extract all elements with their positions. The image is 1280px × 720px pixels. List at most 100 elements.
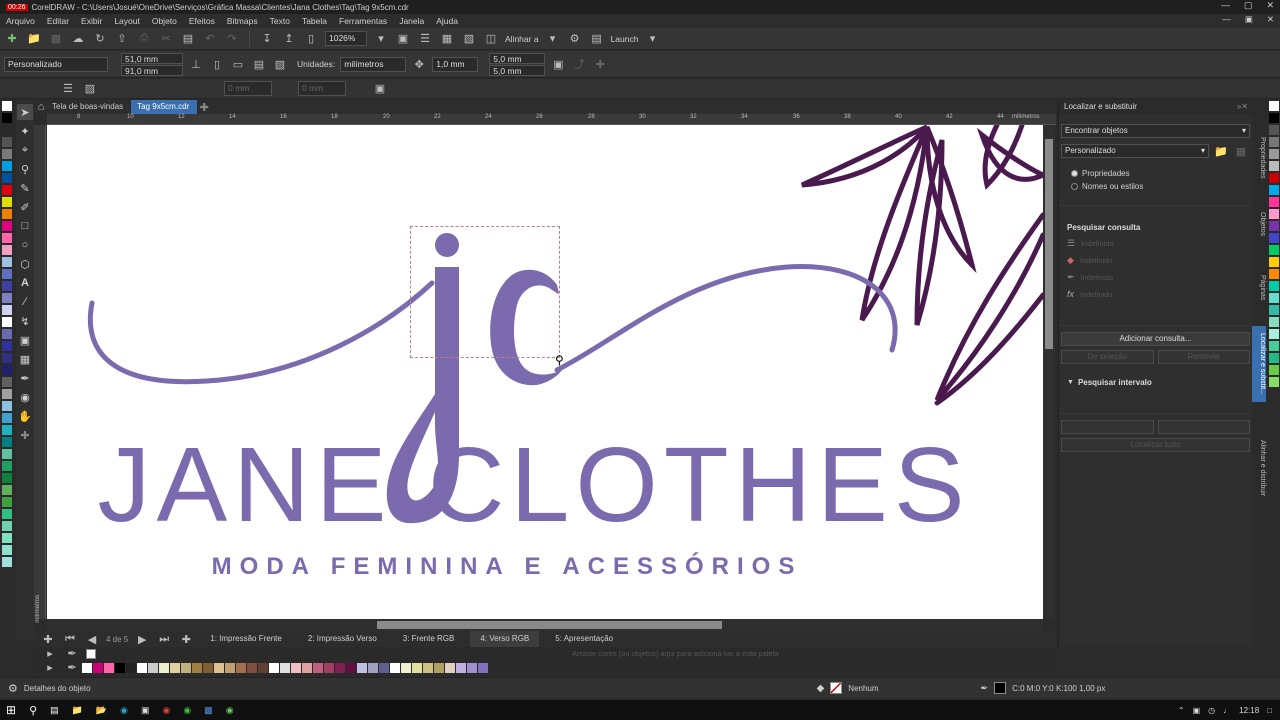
color-swatch[interactable] [1268, 245, 1279, 255]
launch-dropdown-icon[interactable]: ▾ [644, 31, 660, 47]
color-swatch[interactable] [2, 281, 12, 291]
export-icon[interactable]: ↥ [281, 31, 297, 47]
horizontal-ruler[interactable]: 8 10 12 14 16 18 20 22 24 26 28 30 32 34… [47, 114, 1056, 125]
menu-objeto[interactable]: Objeto [152, 16, 177, 26]
rulers-icon[interactable]: ☰ [417, 31, 433, 47]
find-all-button[interactable]: Localizar tudo [1061, 438, 1250, 452]
doc-minimize-icon[interactable]: — [1222, 14, 1231, 25]
close-icon[interactable]: ✕ [1266, 0, 1274, 11]
color-swatch[interactable] [2, 317, 12, 327]
color-swatch[interactable] [401, 662, 411, 673]
palette2-eyedropper-icon[interactable]: ✒ [64, 661, 80, 674]
color-swatch[interactable] [2, 377, 12, 387]
ellipse-tool-icon[interactable]: ○ [17, 237, 33, 253]
chrome-icon[interactable]: ◉ [162, 705, 170, 716]
notifications-icon[interactable]: □ [1267, 706, 1272, 715]
tab-document[interactable]: Tag 9x5cm.cdr [131, 100, 198, 114]
color-swatch[interactable] [126, 662, 136, 673]
color-swatch[interactable] [2, 173, 12, 183]
color-swatch[interactable] [2, 545, 12, 555]
color-swatch[interactable] [1268, 221, 1279, 231]
eyedropper-tool-icon[interactable]: ✒ [17, 370, 33, 386]
doc-restore-icon[interactable]: ▣ [1245, 14, 1253, 25]
align-to-dropdown[interactable]: Alinhar a [505, 34, 539, 44]
app-icon-1[interactable]: ▣ [141, 705, 150, 716]
color-swatch[interactable] [1268, 149, 1279, 159]
landscape-icon[interactable]: ▭ [230, 56, 246, 72]
color-swatch[interactable] [2, 209, 12, 219]
color-swatch[interactable] [1268, 137, 1279, 147]
color-swatch[interactable] [2, 293, 12, 303]
zoom-field[interactable]: 1026% [325, 31, 367, 46]
color-swatch[interactable] [1268, 113, 1279, 123]
color-swatch[interactable] [214, 662, 224, 673]
add-query-button[interactable]: Adicionar consulta... [1061, 332, 1250, 346]
page-width-field[interactable]: 51,0 mm [121, 52, 183, 64]
full-screen-icon[interactable]: ▣ [395, 31, 411, 47]
tab-pages[interactable]: Páginas [1252, 270, 1266, 306]
color-swatch[interactable] [1268, 269, 1279, 279]
menu-janela[interactable]: Janela [399, 16, 424, 26]
color-swatch[interactable] [2, 125, 12, 135]
color-swatch[interactable] [357, 662, 367, 673]
freehand-tool-icon[interactable]: ✎ [17, 180, 33, 196]
launch-button[interactable]: Launch [611, 34, 639, 44]
color-swatch[interactable] [2, 485, 12, 495]
color-swatch[interactable] [1268, 377, 1279, 387]
color-swatch[interactable] [280, 662, 290, 673]
color-swatch[interactable] [269, 662, 279, 673]
color-swatch[interactable] [115, 662, 125, 673]
color-swatch[interactable] [2, 197, 12, 207]
cut-icon[interactable]: ✂ [158, 31, 174, 47]
range-button-1[interactable] [1061, 420, 1154, 434]
color-swatch[interactable] [478, 662, 488, 673]
color-swatch[interactable] [170, 662, 180, 673]
import-icon[interactable]: ↧ [259, 31, 275, 47]
color-swatch[interactable] [467, 662, 477, 673]
chrome-profile-icon[interactable]: ◉ [183, 705, 191, 716]
cloud-sync-icon[interactable]: ↻ [92, 31, 108, 47]
color-swatch[interactable] [181, 662, 191, 673]
vertical-scrollbar[interactable] [1043, 125, 1055, 619]
connector-tool-icon[interactable]: ↯ [17, 313, 33, 329]
next-page-icon[interactable]: ▶ [134, 631, 150, 647]
color-swatch[interactable] [1268, 125, 1279, 135]
page-tab-1[interactable]: 1: Impressão Frente [200, 631, 292, 647]
pan-tool-icon[interactable]: ✋ [17, 408, 33, 424]
transform-icon[interactable]: ▧ [82, 81, 98, 97]
tab-welcome-screen[interactable]: Tela de boas-vindas [48, 100, 131, 114]
color-swatch[interactable] [2, 257, 12, 267]
color-swatch[interactable] [1268, 173, 1279, 183]
preset-select[interactable]: Personalizado ▾ [1061, 144, 1209, 158]
undo-icon[interactable]: ↶ [202, 31, 218, 47]
color-swatch[interactable] [2, 305, 12, 315]
color-swatch[interactable] [2, 149, 12, 159]
coreldraw-icon[interactable]: ◉ [226, 705, 234, 716]
artistic-media-icon[interactable]: ✐ [17, 199, 33, 215]
tab-properties[interactable]: Propriedades [1252, 128, 1266, 188]
color-swatch[interactable] [192, 662, 202, 673]
color-swatch[interactable] [2, 245, 12, 255]
cloud-icon[interactable]: ☁ [70, 31, 86, 47]
home-icon[interactable]: ⌂ [34, 99, 48, 115]
dimension-field-2[interactable]: 0 mm [298, 81, 346, 96]
clock[interactable]: 12:18 [1239, 706, 1259, 715]
open-folder-icon[interactable]: 📁 [26, 31, 42, 47]
page-tab-3[interactable]: 3: Frente RGB [393, 631, 465, 647]
save-query-icon[interactable]: ▦ [1233, 143, 1249, 159]
color-swatch[interactable] [93, 662, 103, 673]
page-preset-select[interactable]: Personalizado [4, 56, 108, 72]
last-page-icon[interactable]: ⏭ [156, 631, 172, 647]
shape-tool-icon[interactable]: ✦ [17, 123, 33, 139]
color-swatch[interactable] [236, 662, 246, 673]
upload-icon[interactable]: ⇧ [114, 31, 130, 47]
color-swatch[interactable] [313, 662, 323, 673]
drawing-canvas[interactable]: ⚲ JANE CLOTHES MODA FEMININA E ACESSÓRIO… [47, 125, 1043, 619]
color-swatch[interactable] [2, 473, 12, 483]
units-select[interactable]: milímetros [340, 56, 407, 72]
dimension-field-1[interactable]: 0 mm [224, 81, 272, 96]
horizontal-scroll-thumb[interactable] [377, 621, 722, 629]
color-swatch[interactable] [2, 449, 12, 459]
menu-layout[interactable]: Layout [114, 16, 140, 26]
color-swatch[interactable] [2, 413, 12, 423]
